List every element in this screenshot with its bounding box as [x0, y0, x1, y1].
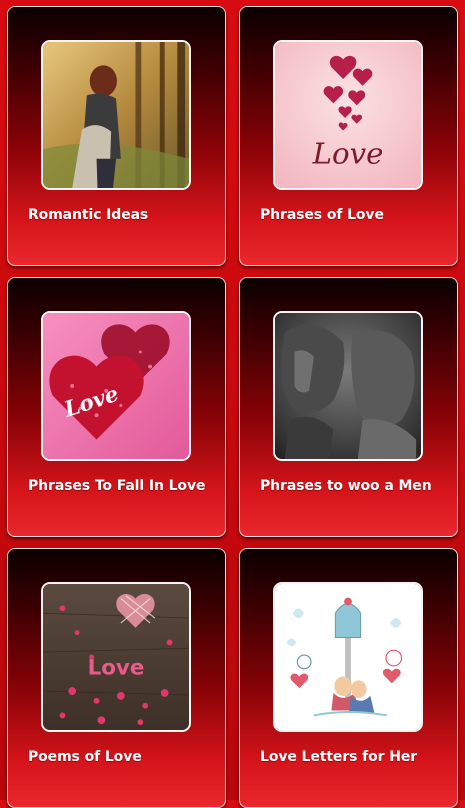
menu-item-poems-of-love[interactable]: Love Poems of Love: [7, 548, 226, 808]
menu-item-label: Phrases To Fall In Love: [28, 478, 206, 494]
romantic-couple-image: [41, 40, 191, 190]
menu-item-romantic-ideas[interactable]: Romantic Ideas: [7, 6, 226, 266]
menu-item-label: Phrases to woo a Men: [260, 478, 432, 494]
menu-item-phrases-to-woo-a-men[interactable]: Phrases to woo a Men: [239, 277, 458, 537]
menu-item-label: Phrases of Love: [260, 207, 384, 223]
love-script-text: Love: [312, 137, 384, 171]
menu-item-label: Romantic Ideas: [28, 207, 149, 223]
menu-item-label: Love Letters for Her: [260, 749, 418, 765]
menu-item-phrases-to-fall-in-love[interactable]: Love Phrases To Fall In Love: [7, 277, 226, 537]
love-hearts-image: Love: [273, 40, 423, 190]
menu-item-love-letters-for-her[interactable]: Love Letters for Her: [239, 548, 458, 808]
menu-grid: Romantic Ideas Love Phrases of Love Love…: [0, 0, 465, 808]
menu-item-label: Poems of Love: [28, 749, 142, 765]
kissing-couple-image: [273, 311, 423, 461]
menu-item-phrases-of-love[interactable]: Love Phrases of Love: [239, 6, 458, 266]
cartoon-couple-image: [273, 582, 423, 732]
love-letters-text: Love: [88, 656, 145, 681]
glitter-hearts-image: Love: [41, 311, 191, 461]
love-petals-image: Love: [41, 582, 191, 732]
